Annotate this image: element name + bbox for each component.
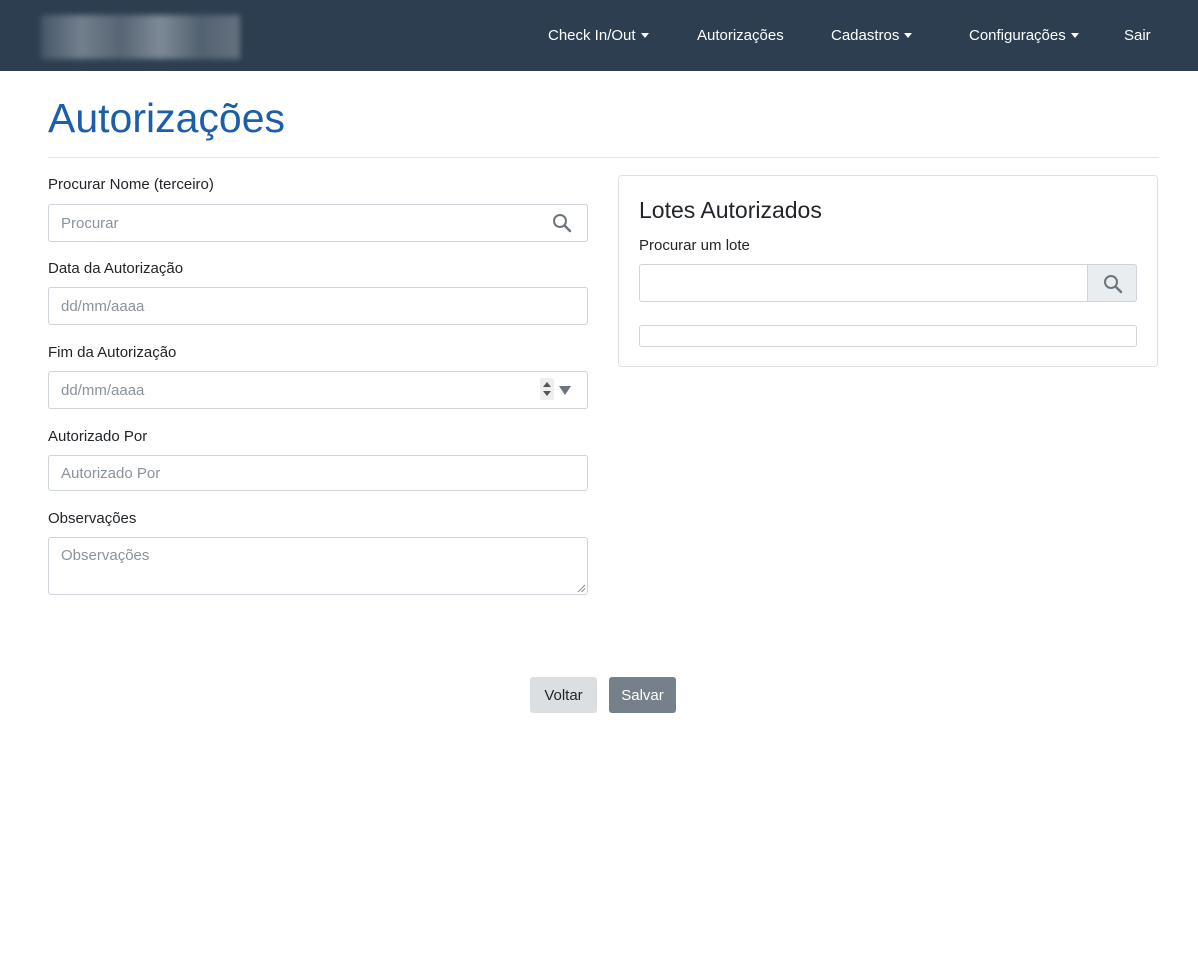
lotes-autorizados-card: Lotes Autorizados Procurar um lote [618, 175, 1158, 367]
nome-search-input[interactable] [48, 204, 588, 242]
lotes-title: Lotes Autorizados [639, 197, 822, 223]
data-autorizacao-input[interactable] [48, 287, 588, 325]
caret-down-icon [904, 33, 913, 38]
lote-search-button[interactable] [1087, 264, 1137, 302]
nav-sair[interactable]: Sair [1124, 0, 1151, 71]
lote-search-input[interactable] [639, 264, 1088, 302]
voltar-button[interactable]: Voltar [530, 677, 597, 713]
fim-autorizacao-input[interactable] [48, 371, 588, 409]
search-icon [1104, 275, 1123, 294]
fim-autorizacao-label: Fim da Autorização [48, 344, 177, 361]
autorizado-por-label: Autorizado Por [48, 428, 148, 445]
resize-grip-icon[interactable] [577, 584, 586, 593]
title-divider [48, 157, 1159, 158]
autorizado-por-input[interactable] [48, 455, 588, 491]
nav-configuracoes[interactable]: Configurações [969, 0, 1079, 71]
brand-logo[interactable] [41, 15, 240, 59]
dropdown-arrow-icon[interactable] [559, 386, 571, 395]
observacoes-label: Observações [48, 510, 137, 527]
observacoes-textarea[interactable] [48, 537, 588, 595]
search-icon[interactable] [552, 213, 572, 233]
nav-cadastros[interactable]: Cadastros [831, 0, 913, 71]
lotes-search-label: Procurar um lote [639, 237, 750, 254]
date-spinner[interactable] [540, 378, 554, 400]
nav-configuracoes-label: Configurações [969, 27, 1066, 44]
spin-up-icon[interactable] [543, 382, 551, 387]
caret-down-icon [1070, 33, 1079, 38]
lotes-list[interactable] [639, 325, 1137, 347]
caret-down-icon [640, 33, 649, 38]
nav-sair-label: Sair [1124, 27, 1151, 44]
nav-autorizacoes-label: Autorizações [697, 27, 784, 44]
navbar: Check In/Out Autorizações Cadastros Conf… [0, 0, 1198, 71]
nav-check-in-out-label: Check In/Out [548, 27, 636, 44]
salvar-button[interactable]: Salvar [609, 677, 676, 713]
page-title: Autorizações [48, 95, 286, 141]
spin-down-icon[interactable] [543, 391, 551, 396]
nome-label: Procurar Nome (terceiro) [48, 176, 214, 193]
nav-cadastros-label: Cadastros [831, 27, 900, 44]
nav-autorizacoes[interactable]: Autorizações [697, 0, 784, 71]
data-autorizacao-label: Data da Autorização [48, 260, 184, 277]
nav-check-in-out[interactable]: Check In/Out [548, 0, 649, 71]
